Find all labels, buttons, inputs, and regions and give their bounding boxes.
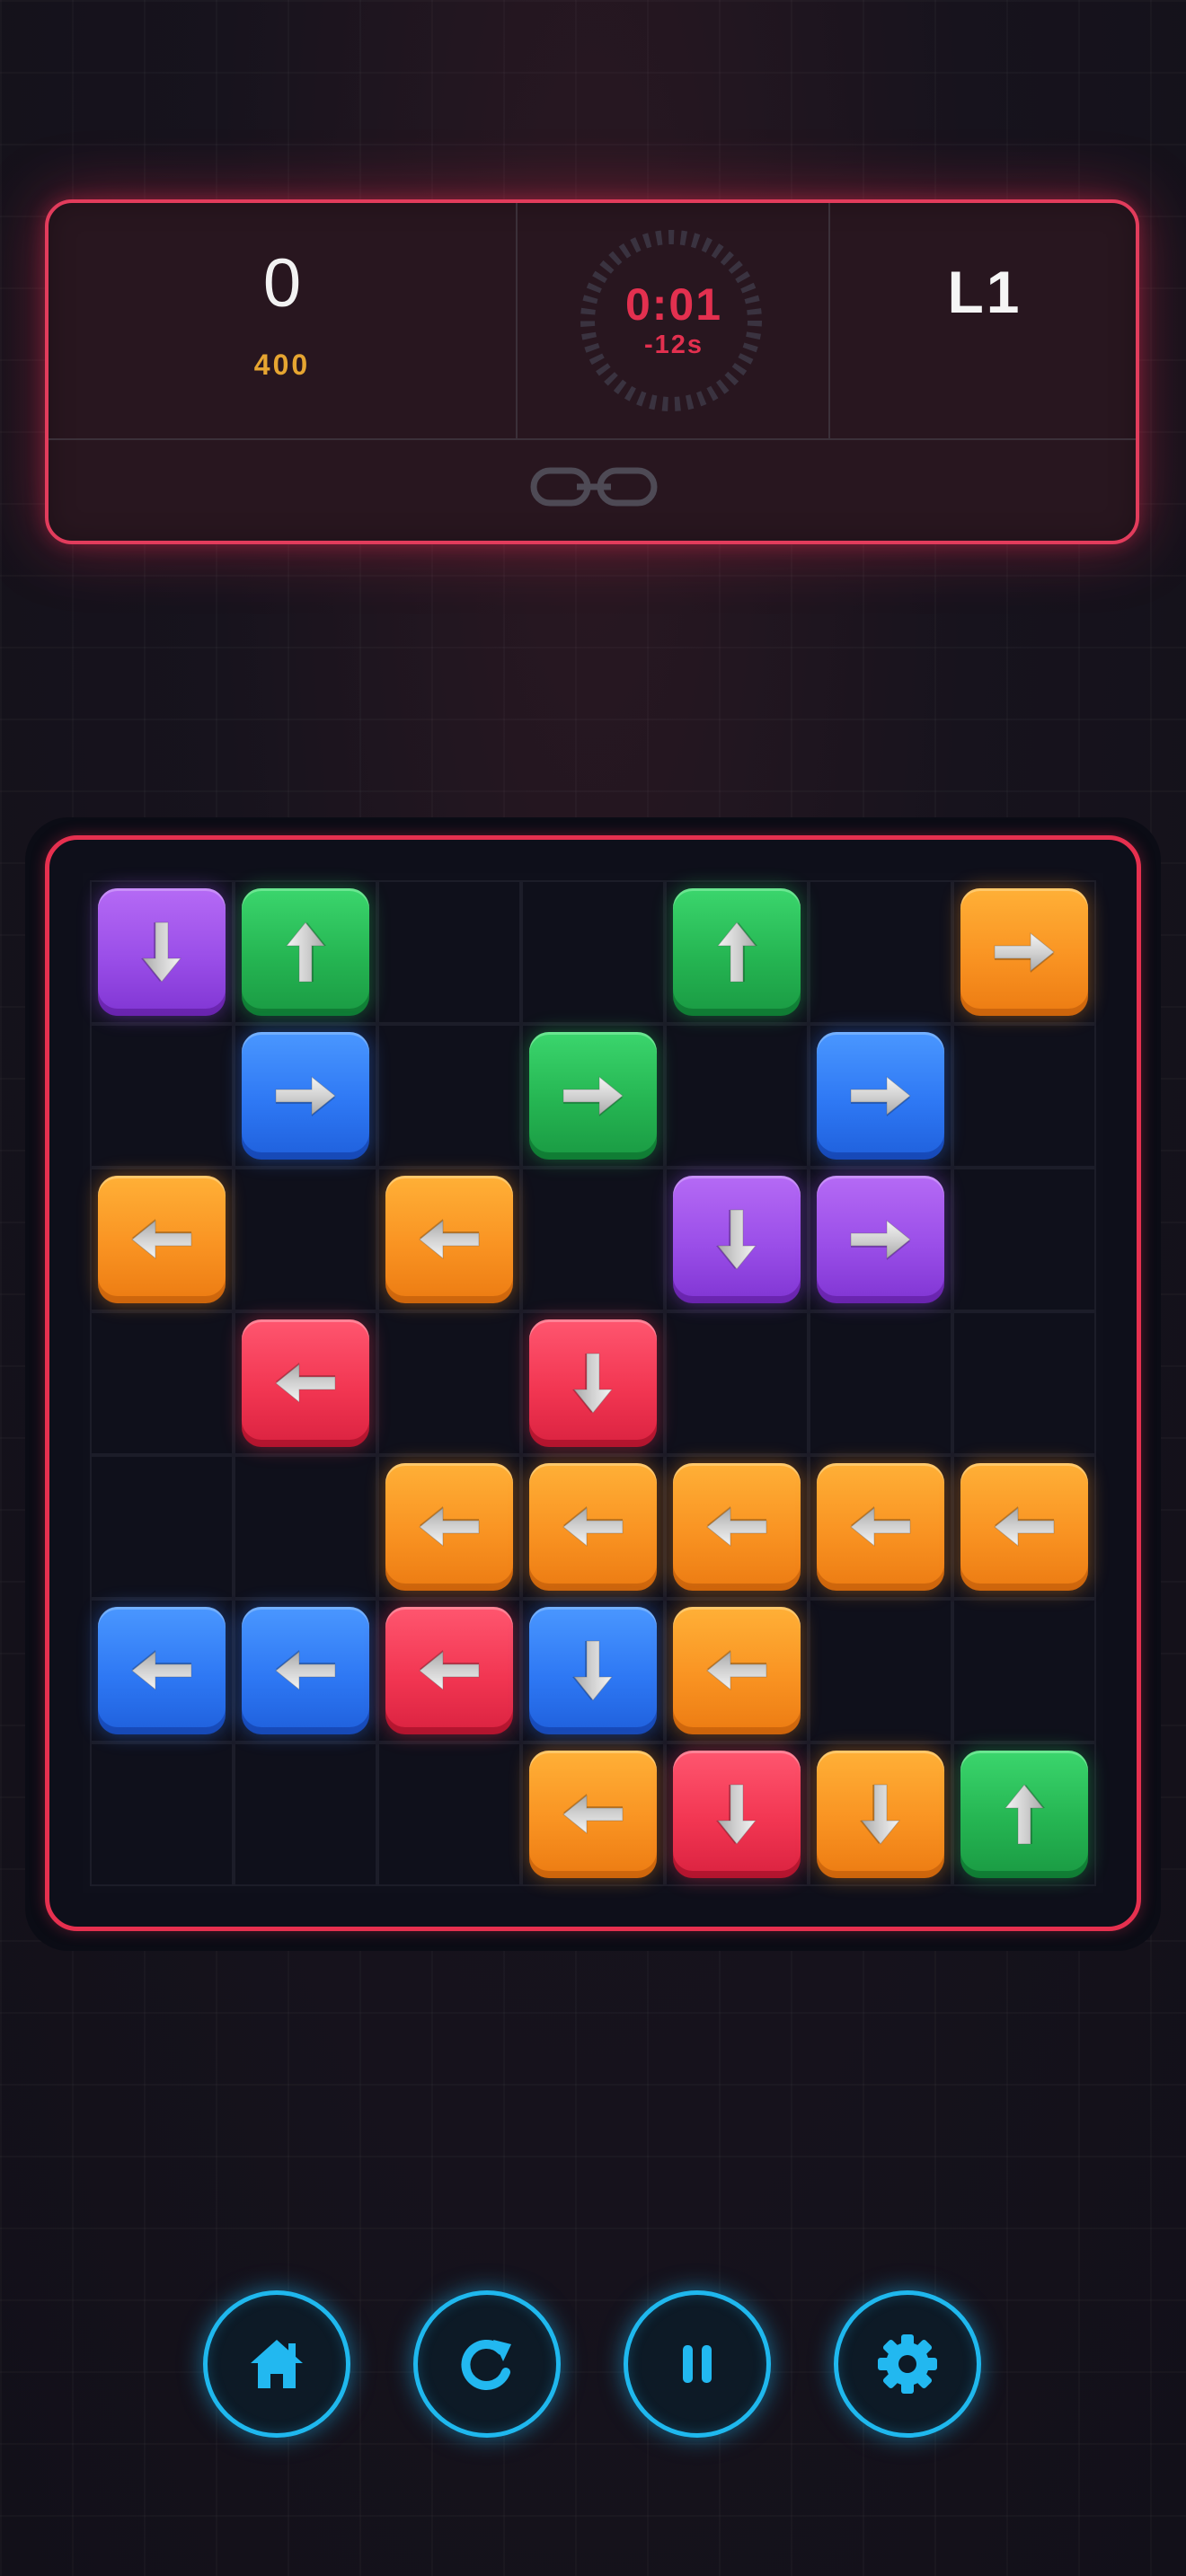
arrow-tile-purple-right[interactable] xyxy=(817,1176,944,1303)
arrow-tile-green-right[interactable] xyxy=(529,1032,657,1160)
grid-cell xyxy=(665,1024,809,1168)
grid-cell xyxy=(952,1168,1096,1311)
arrow-down-icon xyxy=(572,1353,614,1414)
grid-cell xyxy=(234,1742,377,1886)
grid-cell xyxy=(377,880,521,1024)
level-indicator: L1 xyxy=(947,259,1022,325)
arrow-tile-orange-down[interactable] xyxy=(817,1751,944,1878)
arrow-left-icon xyxy=(562,1506,624,1548)
grid-cell xyxy=(952,1024,1096,1168)
arrow-tile-orange-left[interactable] xyxy=(529,1463,657,1591)
grid-cell xyxy=(665,1311,809,1455)
arrow-up-icon xyxy=(716,922,757,983)
hud-panel: 0 400 0:01 -12s L1 xyxy=(45,199,1139,544)
arrow-right-icon xyxy=(562,1075,624,1116)
pause-icon xyxy=(683,2345,712,2383)
timer-penalty: -12s xyxy=(643,331,704,359)
home-icon xyxy=(251,2340,303,2388)
arrow-left-icon xyxy=(419,1219,480,1260)
arrow-tile-blue-right[interactable] xyxy=(817,1032,944,1160)
arrow-tile-orange-left[interactable] xyxy=(98,1176,226,1303)
grid-cell xyxy=(809,1311,952,1455)
arrow-tile-green-up[interactable] xyxy=(673,888,801,1016)
arrow-left-icon xyxy=(131,1650,192,1691)
arrow-right-icon xyxy=(850,1075,911,1116)
grid-cell xyxy=(809,1599,952,1742)
grid-cell xyxy=(90,1311,234,1455)
grid-cell xyxy=(377,1742,521,1886)
arrow-left-icon xyxy=(706,1506,767,1548)
arrow-tile-purple-down[interactable] xyxy=(98,888,226,1016)
gear-icon xyxy=(878,2334,937,2394)
arrow-down-icon xyxy=(716,1784,757,1845)
arrow-right-icon xyxy=(994,931,1055,973)
arrow-tile-orange-left[interactable] xyxy=(673,1607,801,1734)
arrow-tile-green-up[interactable] xyxy=(960,1751,1088,1878)
arrow-left-icon xyxy=(419,1650,480,1691)
arrow-tile-orange-left[interactable] xyxy=(960,1463,1088,1591)
arrow-right-icon xyxy=(275,1075,336,1116)
arrow-tile-blue-right[interactable] xyxy=(242,1032,369,1160)
arrow-down-icon xyxy=(572,1640,614,1701)
grid-cell xyxy=(90,1742,234,1886)
arrow-right-icon xyxy=(850,1219,911,1260)
arrow-left-icon xyxy=(419,1506,480,1548)
timer-value: 0:01 xyxy=(624,279,723,330)
arrow-down-icon xyxy=(141,922,182,983)
arrow-tile-blue-left[interactable] xyxy=(98,1607,226,1734)
grid-cell xyxy=(90,1455,234,1599)
arrow-tile-orange-left[interactable] xyxy=(385,1176,513,1303)
grid-cell xyxy=(809,880,952,1024)
grid-cell xyxy=(234,1168,377,1311)
arrow-tile-green-up[interactable] xyxy=(242,888,369,1016)
arrow-left-icon xyxy=(131,1219,192,1260)
arrow-tile-purple-down[interactable] xyxy=(673,1176,801,1303)
arrow-up-icon xyxy=(285,922,326,983)
arrow-down-icon xyxy=(860,1784,901,1845)
grid-cell xyxy=(377,1311,521,1455)
grid-cell xyxy=(90,1024,234,1168)
restart-button[interactable] xyxy=(413,2290,561,2438)
arrow-tile-red-left[interactable] xyxy=(385,1607,513,1734)
arrow-tile-red-left[interactable] xyxy=(242,1319,369,1447)
home-button[interactable] xyxy=(203,2290,350,2438)
arrow-left-icon xyxy=(275,1363,336,1404)
hud-divider xyxy=(49,438,1136,440)
arrow-tile-orange-left[interactable] xyxy=(673,1463,801,1591)
grid-cell xyxy=(952,1599,1096,1742)
pause-button[interactable] xyxy=(624,2290,771,2438)
game-board xyxy=(83,873,1103,1893)
arrow-left-icon xyxy=(706,1650,767,1691)
arrow-tile-orange-left[interactable] xyxy=(529,1751,657,1878)
arrow-tile-orange-left[interactable] xyxy=(385,1463,513,1591)
arrow-left-icon xyxy=(275,1650,336,1691)
restart-icon xyxy=(461,2340,511,2390)
settings-button[interactable] xyxy=(834,2290,981,2438)
arrow-tile-blue-left[interactable] xyxy=(242,1607,369,1734)
score-value: 0 xyxy=(262,245,302,322)
grid-cell xyxy=(377,1024,521,1168)
grid-cell xyxy=(521,880,665,1024)
arrow-tile-blue-down[interactable] xyxy=(529,1607,657,1734)
arrow-left-icon xyxy=(562,1794,624,1835)
arrow-tile-red-down[interactable] xyxy=(529,1319,657,1447)
arrow-tile-red-down[interactable] xyxy=(673,1751,801,1878)
arrow-left-icon xyxy=(994,1506,1055,1548)
grid-cell xyxy=(952,1311,1096,1455)
target-score: 400 xyxy=(253,348,311,381)
grid-cell xyxy=(521,1168,665,1311)
arrow-tile-orange-right[interactable] xyxy=(960,888,1088,1016)
arrow-up-icon xyxy=(1004,1784,1045,1845)
arrow-tile-orange-left[interactable] xyxy=(817,1463,944,1591)
arrow-down-icon xyxy=(716,1209,757,1270)
grid-cell xyxy=(234,1455,377,1599)
chain-link-icon xyxy=(530,467,658,507)
arrow-left-icon xyxy=(850,1506,911,1548)
